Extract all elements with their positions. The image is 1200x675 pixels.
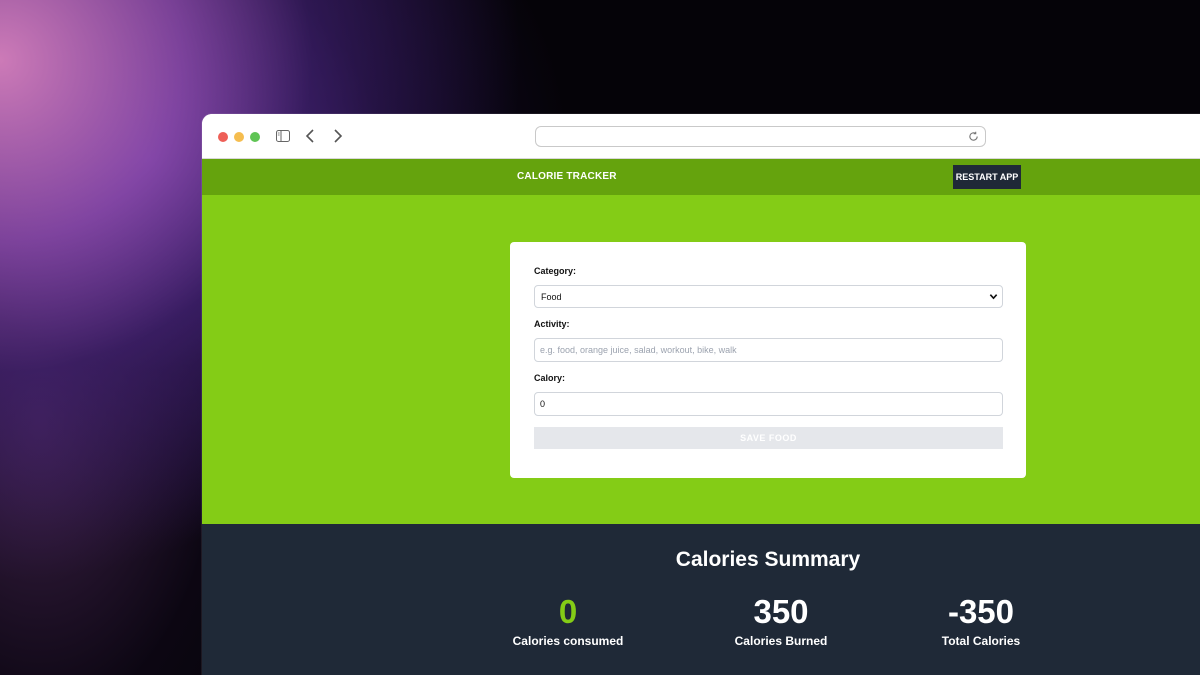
total-calories-value: -350 xyxy=(947,593,1015,630)
browser-window: CALORIE TRACKER RESTART APP Category: Fo… xyxy=(202,114,1200,675)
activity-label: Activity: xyxy=(534,319,570,329)
calories-burned-value: 350 xyxy=(753,593,809,630)
activity-input[interactable] xyxy=(534,338,1003,362)
reload-icon[interactable] xyxy=(968,131,979,142)
category-selected-value: Food xyxy=(541,292,562,302)
entry-form-card: Category: Food Activity: Calory: SAVE FO… xyxy=(510,242,1026,478)
category-select[interactable]: Food xyxy=(534,285,1003,308)
address-bar[interactable] xyxy=(535,126,986,147)
app-title: CALORIE TRACKER xyxy=(517,171,617,182)
minimize-window-button[interactable] xyxy=(234,132,244,142)
save-food-button[interactable]: SAVE FOOD xyxy=(534,427,1003,449)
calories-burned-label: Calories Burned xyxy=(734,634,828,648)
forward-arrow-icon[interactable] xyxy=(332,128,344,144)
stat-total-calories: -350 Total Calories xyxy=(881,593,1081,649)
category-label: Category: xyxy=(534,266,577,276)
sidebar-toggle-icon[interactable] xyxy=(276,130,290,142)
calory-label: Calory: xyxy=(534,373,566,383)
calories-consumed-label: Calories consumed xyxy=(512,634,624,648)
app-header: CALORIE TRACKER RESTART APP xyxy=(202,159,1200,195)
browser-toolbar xyxy=(202,114,1200,159)
calories-summary-section: Calories Summary 0 Calories consumed 350… xyxy=(202,524,1200,675)
calory-input[interactable] xyxy=(534,392,1003,416)
summary-title: Calories Summary xyxy=(675,548,861,571)
maximize-window-button[interactable] xyxy=(250,132,260,142)
stat-calories-burned: 350 Calories Burned xyxy=(681,593,881,649)
back-arrow-icon[interactable] xyxy=(304,128,316,144)
total-calories-label: Total Calories xyxy=(941,634,1021,648)
stat-calories-consumed: 0 Calories consumed xyxy=(468,593,668,649)
close-window-button[interactable] xyxy=(218,132,228,142)
calories-consumed-value: 0 xyxy=(558,593,578,630)
restart-app-button[interactable]: RESTART APP xyxy=(953,165,1021,189)
chevron-down-icon xyxy=(989,294,998,300)
entry-section: Category: Food Activity: Calory: SAVE FO… xyxy=(202,195,1200,524)
